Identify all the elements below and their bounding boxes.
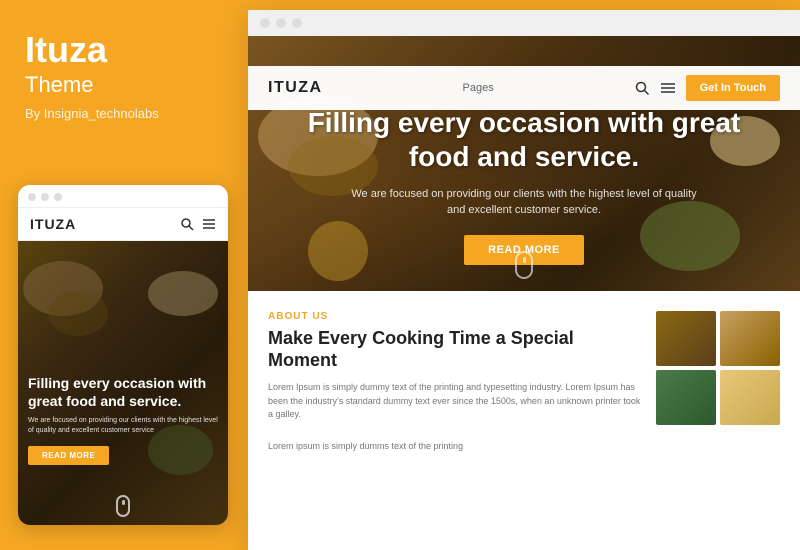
site-nav-right: Get In Touch <box>634 75 780 101</box>
about-body-text-2: Lorem ipsum is simply dumms text of the … <box>268 440 641 454</box>
about-image-1 <box>656 311 716 366</box>
search-icon[interactable] <box>180 217 194 231</box>
mobile-hero: Filling every occasion with great food a… <box>18 241 228 525</box>
site-nav: ITUZA Pages Get In Touch <box>248 66 800 110</box>
desktop-dot-1 <box>260 18 270 28</box>
mobile-hero-title: Filling every occasion with great food a… <box>28 374 218 410</box>
nav-pages[interactable]: Pages <box>463 82 494 94</box>
scroll-indicator <box>515 251 533 279</box>
mobile-dot-2 <box>41 193 49 201</box>
site-hero: ITUZA Pages Get In Touch Filling every o… <box>248 36 800 291</box>
brand-subtitle: Theme <box>25 72 93 98</box>
brand-name: Ituza <box>25 30 107 70</box>
brand-author: By Insignia_technolabs <box>25 106 159 121</box>
about-body-text-1: Lorem Ipsum is simply dummy text of the … <box>268 381 641 422</box>
about-image-3 <box>656 370 716 425</box>
site-logo: ITUZA <box>268 79 323 97</box>
mobile-window-dots <box>18 185 228 208</box>
about-image-grid <box>656 311 780 540</box>
desktop-dot-3 <box>292 18 302 28</box>
about-text-content: ABOUT US Make Every Cooking Time a Speci… <box>268 311 641 540</box>
nav-search-icon[interactable] <box>634 80 650 96</box>
mobile-hero-overlay: Filling every occasion with great food a… <box>18 241 228 525</box>
mobile-hero-desc: We are focused on providing our clients … <box>28 416 218 436</box>
about-image-2 <box>720 311 780 366</box>
mobile-dot-1 <box>28 193 36 201</box>
site-hero-description: We are focused on providing our clients … <box>344 186 704 219</box>
get-in-touch-button[interactable]: Get In Touch <box>686 75 780 101</box>
scroll-dot <box>523 257 526 263</box>
desktop-window-controls <box>248 10 800 36</box>
about-section-label: ABOUT US <box>268 311 641 322</box>
nav-menu-icon[interactable] <box>660 80 676 96</box>
menu-icon[interactable] <box>202 217 216 231</box>
about-title: Make Every Cooking Time a Special Moment <box>268 328 641 371</box>
about-image-4 <box>720 370 780 425</box>
mobile-scroll-indicator <box>116 495 130 517</box>
site-about-section: ABOUT US Make Every Cooking Time a Speci… <box>248 291 800 550</box>
mobile-mockup: ITUZA Filling every occasion with great … <box>18 185 228 525</box>
mobile-read-more-button[interactable]: READ MORE <box>28 446 109 465</box>
mobile-dot-3 <box>54 193 62 201</box>
mobile-header-icons <box>180 217 216 231</box>
desktop-dot-2 <box>276 18 286 28</box>
desktop-mockup: ITUZA Pages Get In Touch Filling every o… <box>248 10 800 550</box>
mobile-header: ITUZA <box>18 208 228 241</box>
mobile-logo: ITUZA <box>30 216 76 232</box>
site-hero-title: Filling every occasion with great food a… <box>288 106 760 173</box>
mobile-scroll-dot <box>122 500 125 505</box>
